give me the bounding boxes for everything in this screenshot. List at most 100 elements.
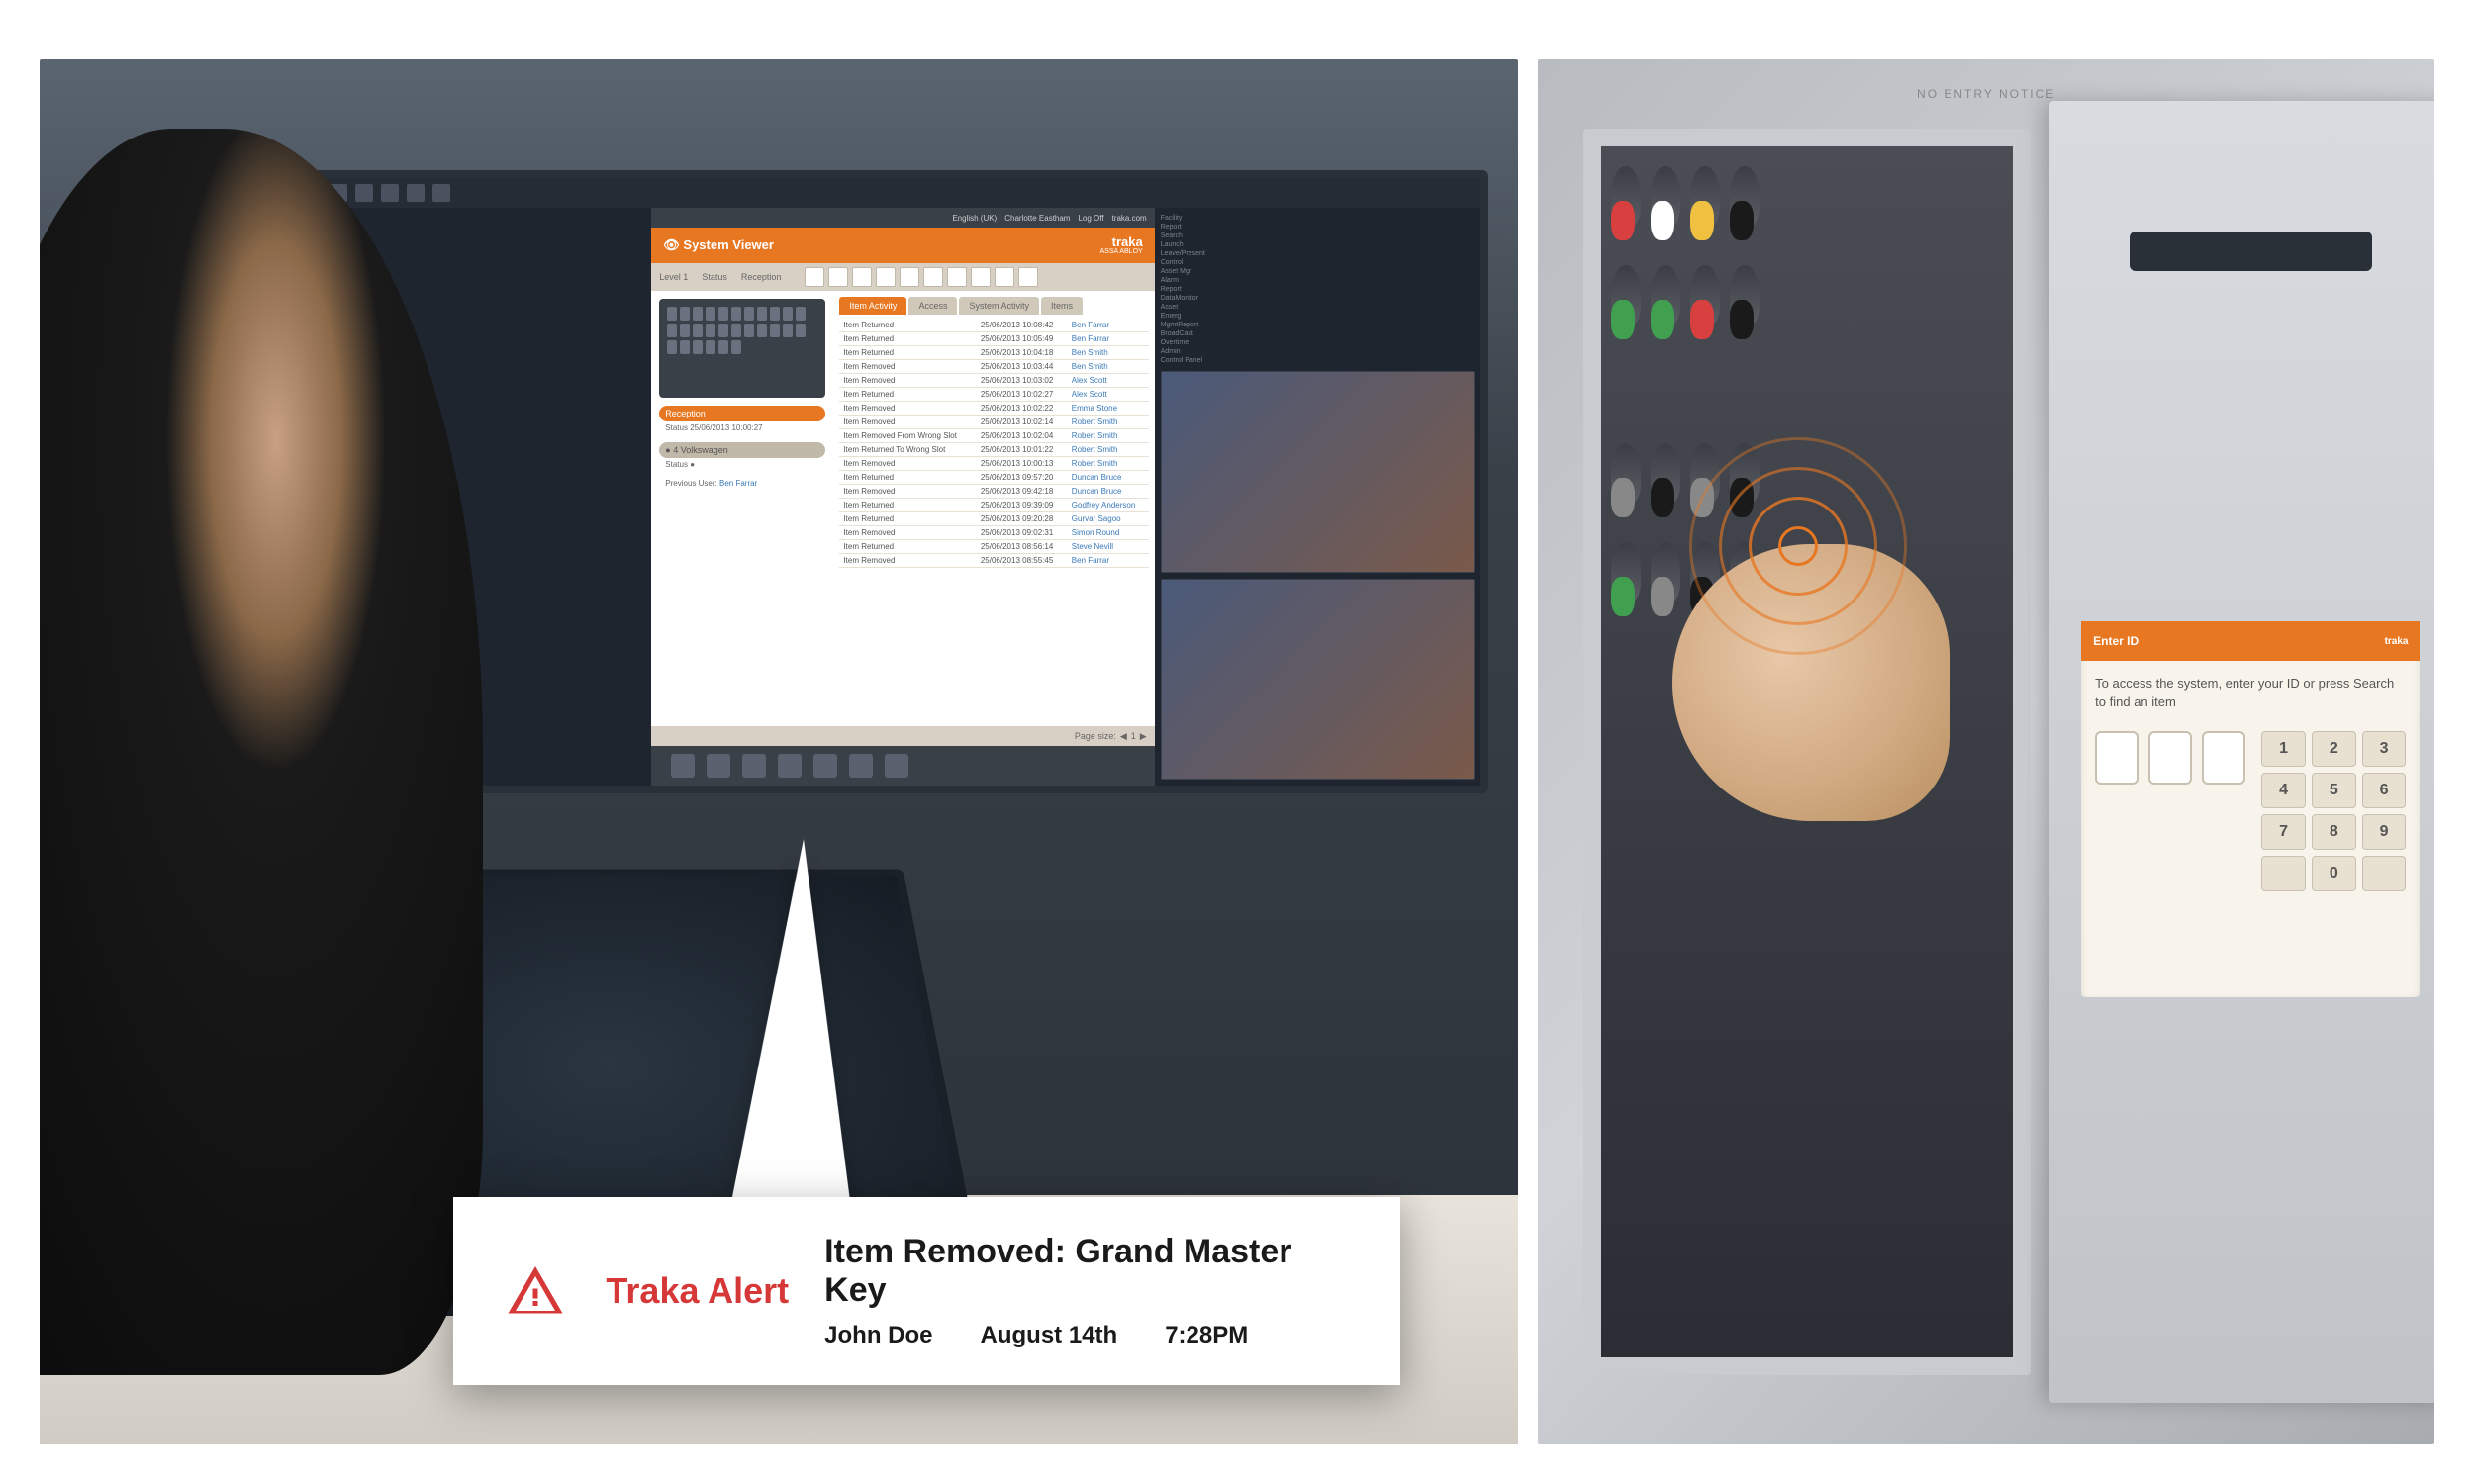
tab-system-activity[interactable]: System Activity bbox=[959, 297, 1039, 315]
keypad-key-blank[interactable] bbox=[2261, 856, 2306, 891]
keypad-key-0[interactable]: 0 bbox=[2312, 856, 2356, 891]
view-icon[interactable] bbox=[671, 754, 695, 778]
toolbar-icon[interactable] bbox=[407, 184, 425, 202]
sidebar-item[interactable]: Overtime bbox=[1161, 338, 1475, 347]
camera-feed-1[interactable] bbox=[1161, 371, 1475, 573]
tab-access[interactable]: Access bbox=[908, 297, 957, 315]
key-slot[interactable] bbox=[1651, 542, 1680, 602]
key-slot[interactable] bbox=[1690, 265, 1720, 325]
key-slot[interactable] bbox=[1651, 443, 1680, 503]
card-reader-slot[interactable] bbox=[2130, 232, 2372, 271]
key-slot[interactable] bbox=[1611, 542, 1641, 602]
key-slot[interactable] bbox=[1611, 166, 1641, 226]
toolbar-icon[interactable] bbox=[432, 184, 450, 202]
help-icon[interactable] bbox=[2202, 731, 2245, 785]
activity-row[interactable]: Item Returned25/06/2013 10:08:42Ben Farr… bbox=[839, 319, 1148, 332]
cabinet-graphic[interactable] bbox=[659, 299, 825, 398]
touch-screen[interactable]: Enter ID traka To access the system, ent… bbox=[2081, 621, 2420, 997]
activity-row[interactable]: Item Returned25/06/2013 10:04:18Ben Smit… bbox=[839, 346, 1148, 360]
toolbar-button[interactable] bbox=[805, 267, 824, 287]
sidebar-item[interactable]: Admin bbox=[1161, 347, 1475, 356]
keypad-key-3[interactable]: 3 bbox=[2362, 731, 2407, 767]
toolbar-button[interactable] bbox=[923, 267, 943, 287]
sidebar-item[interactable]: Facility bbox=[1161, 214, 1475, 223]
search-icon[interactable] bbox=[2095, 731, 2139, 785]
camera-icon[interactable] bbox=[813, 754, 837, 778]
site-link[interactable]: traka.com bbox=[1112, 214, 1147, 223]
nav-level1[interactable]: Level 1 bbox=[659, 272, 688, 282]
sidebar-item[interactable]: Asset bbox=[1161, 303, 1475, 312]
keypad-key-5[interactable]: 5 bbox=[2312, 773, 2356, 808]
activity-row[interactable]: Item Removed25/06/2013 10:00:13Robert Sm… bbox=[839, 457, 1148, 471]
keypad-key-8[interactable]: 8 bbox=[2312, 814, 2356, 850]
keypad-key-1[interactable]: 1 bbox=[2261, 731, 2306, 767]
activity-row[interactable]: Item Returned25/06/2013 09:57:20Duncan B… bbox=[839, 471, 1148, 485]
activity-row[interactable]: Item Removed25/06/2013 08:55:45Ben Farra… bbox=[839, 554, 1148, 568]
keypad-key-7[interactable]: 7 bbox=[2261, 814, 2306, 850]
toolbar-button[interactable] bbox=[1018, 267, 1038, 287]
toolbar-button[interactable] bbox=[828, 267, 848, 287]
camera-feed-2[interactable] bbox=[1161, 579, 1475, 781]
sidebar-item[interactable]: Leave/Present bbox=[1161, 249, 1475, 258]
activity-row[interactable]: Item Removed25/06/2013 10:02:14Robert Sm… bbox=[839, 416, 1148, 429]
grid-icon[interactable] bbox=[885, 754, 908, 778]
logoff-link[interactable]: Log Off bbox=[1078, 214, 1103, 223]
pager-next[interactable]: ▶ bbox=[1140, 731, 1147, 742]
activity-row[interactable]: Item Returned25/06/2013 10:05:49Ben Farr… bbox=[839, 332, 1148, 346]
sidebar-item[interactable]: BroadCast bbox=[1161, 329, 1475, 338]
key-slot[interactable] bbox=[1611, 265, 1641, 325]
nav-status[interactable]: Status bbox=[702, 272, 727, 282]
toolbar-icon[interactable] bbox=[355, 184, 373, 202]
network-icon[interactable] bbox=[742, 754, 766, 778]
activity-row[interactable]: Item Removed25/06/2013 10:03:02Alex Scot… bbox=[839, 374, 1148, 388]
key-slot[interactable] bbox=[1651, 265, 1680, 325]
keypad-key-2[interactable]: 2 bbox=[2312, 731, 2356, 767]
sidebar-item[interactable]: MgmtReport bbox=[1161, 321, 1475, 329]
activity-row[interactable]: Item Returned25/06/2013 08:56:14Steve Ne… bbox=[839, 540, 1148, 554]
sidebar-item[interactable]: Alarm bbox=[1161, 276, 1475, 285]
sidebar-item[interactable]: Report bbox=[1161, 285, 1475, 294]
tab-items[interactable]: Items bbox=[1041, 297, 1083, 315]
toolbar-button[interactable] bbox=[971, 267, 991, 287]
sidebar-item[interactable]: Search bbox=[1161, 232, 1475, 240]
toolbar-button[interactable] bbox=[852, 267, 872, 287]
sidebar-item[interactable]: Emerg bbox=[1161, 312, 1475, 321]
keypad-key-9[interactable]: 9 bbox=[2362, 814, 2407, 850]
keypad-key-6[interactable]: 6 bbox=[2362, 773, 2407, 808]
key-slot[interactable] bbox=[1730, 265, 1760, 325]
toolbar-icon[interactable] bbox=[381, 184, 399, 202]
activity-row[interactable]: Item Removed From Wrong Slot25/06/2013 1… bbox=[839, 429, 1148, 443]
activity-row[interactable]: Item Returned25/06/2013 10:02:27Alex Sco… bbox=[839, 388, 1148, 402]
key-slot[interactable] bbox=[1611, 443, 1641, 503]
activity-row[interactable]: Item Removed25/06/2013 09:42:18Duncan Br… bbox=[839, 485, 1148, 499]
keypad-key-blank[interactable] bbox=[2362, 856, 2407, 891]
panel-icon[interactable] bbox=[778, 754, 802, 778]
sidebar-item[interactable]: Report bbox=[1161, 223, 1475, 232]
user-icon[interactable] bbox=[2148, 731, 2192, 785]
activity-row[interactable]: Item Removed25/06/2013 10:02:22Emma Ston… bbox=[839, 402, 1148, 416]
key-slot[interactable] bbox=[1690, 166, 1720, 226]
key-icon[interactable] bbox=[849, 754, 873, 778]
key-slot[interactable] bbox=[1651, 166, 1680, 226]
pager-prev[interactable]: ◀ bbox=[1120, 731, 1127, 742]
lang-selector[interactable]: English (UK) bbox=[952, 214, 997, 223]
activity-row[interactable]: Item Returned To Wrong Slot25/06/2013 10… bbox=[839, 443, 1148, 457]
activity-row[interactable]: Item Removed25/06/2013 10:03:44Ben Smith bbox=[839, 360, 1148, 374]
sidebar-item[interactable]: Asset Mgr bbox=[1161, 267, 1475, 276]
sidebar-item[interactable]: DataMonitor bbox=[1161, 294, 1475, 303]
toolbar-button[interactable] bbox=[876, 267, 896, 287]
keypad-key-4[interactable]: 4 bbox=[2261, 773, 2306, 808]
nav-reception[interactable]: Reception bbox=[741, 272, 782, 282]
key-slot[interactable] bbox=[1730, 166, 1760, 226]
users-icon[interactable] bbox=[707, 754, 730, 778]
toolbar-button[interactable] bbox=[900, 267, 919, 287]
activity-row[interactable]: Item Removed25/06/2013 09:02:31Simon Rou… bbox=[839, 526, 1148, 540]
activity-row[interactable]: Item Returned25/06/2013 09:20:28Gurvar S… bbox=[839, 512, 1148, 526]
toolbar-button[interactable] bbox=[947, 267, 967, 287]
sidebar-item[interactable]: Control bbox=[1161, 258, 1475, 267]
sidebar-item[interactable]: Control Panel bbox=[1161, 356, 1475, 365]
sidebar-item[interactable]: Launch bbox=[1161, 240, 1475, 249]
activity-row[interactable]: Item Returned25/06/2013 09:39:09Godfrey … bbox=[839, 499, 1148, 512]
toolbar-button[interactable] bbox=[995, 267, 1014, 287]
tab-item-activity[interactable]: Item Activity bbox=[839, 297, 906, 315]
